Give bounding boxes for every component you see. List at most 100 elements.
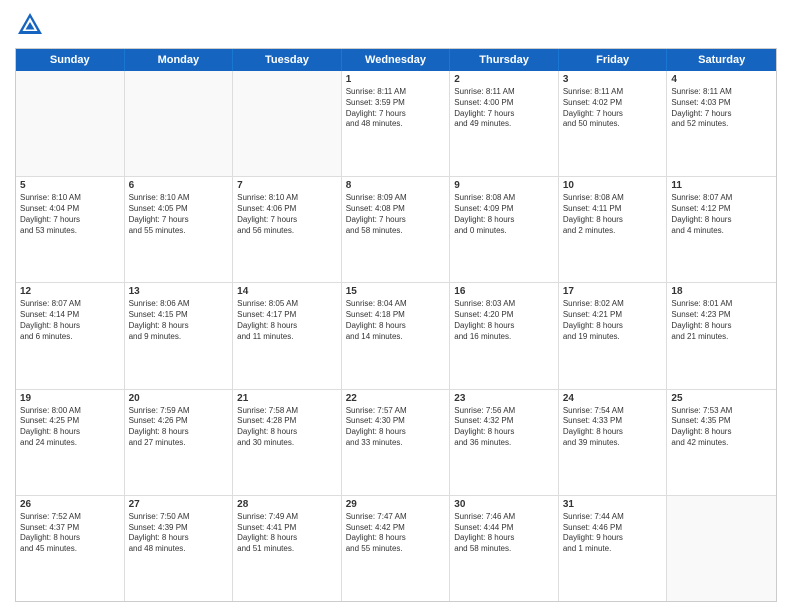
calendar-day-31: 31 Sunrise: 7:44 AM Sunset: 4:46 PM Dayli…	[559, 496, 668, 601]
weekday-header-monday: Monday	[125, 49, 234, 71]
calendar-day-empty	[667, 496, 776, 601]
day-info-text: Sunrise: 8:11 AM Sunset: 4:02 PM Dayligh…	[563, 87, 663, 130]
day-info-text: Sunrise: 8:11 AM Sunset: 4:00 PM Dayligh…	[454, 87, 554, 130]
day-number: 22	[346, 393, 446, 404]
calendar-day-24: 24 Sunrise: 7:54 AM Sunset: 4:33 PM Dayli…	[559, 390, 668, 495]
day-number: 18	[671, 286, 772, 297]
calendar-day-1: 1Sunrise: 8:11 AM Sunset: 3:59 PM Daylig…	[342, 71, 451, 176]
calendar-day-17: 17 Sunrise: 8:02 AM Sunset: 4:21 PM Dayli…	[559, 283, 668, 388]
calendar-day-empty	[16, 71, 125, 176]
day-info-text: Sunrise: 7:46 AM Sunset: 4:44 PM Dayligh…	[454, 512, 554, 555]
weekday-header-wednesday: Wednesday	[342, 49, 451, 71]
day-info-text: Sunrise: 8:03 AM Sunset: 4:20 PM Dayligh…	[454, 299, 554, 342]
day-number: 11	[671, 180, 772, 191]
day-info-text: Sunrise: 7:47 AM Sunset: 4:42 PM Dayligh…	[346, 512, 446, 555]
day-number: 5	[20, 180, 120, 191]
calendar-day-8: 8 Sunrise: 8:09 AM Sunset: 4:08 PM Daylig…	[342, 177, 451, 282]
day-info-text: Sunrise: 7:54 AM Sunset: 4:33 PM Dayligh…	[563, 406, 663, 449]
day-info-text: Sunrise: 7:59 AM Sunset: 4:26 PM Dayligh…	[129, 406, 229, 449]
day-info-text: Sunrise: 7:53 AM Sunset: 4:35 PM Dayligh…	[671, 406, 772, 449]
day-number: 28	[237, 499, 337, 510]
calendar: SundayMondayTuesdayWednesdayThursdayFrid…	[15, 48, 777, 602]
calendar-week-5: 26 Sunrise: 7:52 AM Sunset: 4:37 PM Dayli…	[16, 496, 776, 601]
day-number: 17	[563, 286, 663, 297]
calendar-day-20: 20Sunrise: 7:59 AM Sunset: 4:26 PM Dayli…	[125, 390, 234, 495]
calendar-day-22: 22 Sunrise: 7:57 AM Sunset: 4:30 PM Dayli…	[342, 390, 451, 495]
day-number: 25	[671, 393, 772, 404]
weekday-header-tuesday: Tuesday	[233, 49, 342, 71]
calendar-day-26: 26 Sunrise: 7:52 AM Sunset: 4:37 PM Dayli…	[16, 496, 125, 601]
calendar-day-empty	[125, 71, 234, 176]
day-number: 27	[129, 499, 229, 510]
day-info-text: Sunrise: 8:06 AM Sunset: 4:15 PM Dayligh…	[129, 299, 229, 342]
day-info-text: Sunrise: 8:02 AM Sunset: 4:21 PM Dayligh…	[563, 299, 663, 342]
day-info-text: Sunrise: 8:08 AM Sunset: 4:11 PM Dayligh…	[563, 193, 663, 236]
day-number: 12	[20, 286, 120, 297]
day-number: 7	[237, 180, 337, 191]
calendar-week-3: 12 Sunrise: 8:07 AM Sunset: 4:14 PM Dayli…	[16, 283, 776, 389]
day-number: 8	[346, 180, 446, 191]
day-info-text: Sunrise: 8:11 AM Sunset: 4:03 PM Dayligh…	[671, 87, 772, 130]
calendar-day-18: 18 Sunrise: 8:01 AM Sunset: 4:23 PM Dayli…	[667, 283, 776, 388]
day-info-text: Sunrise: 8:00 AM Sunset: 4:25 PM Dayligh…	[20, 406, 120, 449]
day-number: 13	[129, 286, 229, 297]
day-info-text: Sunrise: 8:07 AM Sunset: 4:14 PM Dayligh…	[20, 299, 120, 342]
calendar-day-12: 12 Sunrise: 8:07 AM Sunset: 4:14 PM Dayli…	[16, 283, 125, 388]
calendar-day-29: 29Sunrise: 7:47 AM Sunset: 4:42 PM Dayli…	[342, 496, 451, 601]
day-info-text: Sunrise: 8:10 AM Sunset: 4:04 PM Dayligh…	[20, 193, 120, 236]
day-info-text: Sunrise: 8:05 AM Sunset: 4:17 PM Dayligh…	[237, 299, 337, 342]
day-number: 19	[20, 393, 120, 404]
calendar-day-23: 23 Sunrise: 7:56 AM Sunset: 4:32 PM Dayli…	[450, 390, 559, 495]
weekday-header-sunday: Sunday	[16, 49, 125, 71]
calendar-day-13: 13 Sunrise: 8:06 AM Sunset: 4:15 PM Dayli…	[125, 283, 234, 388]
calendar-day-14: 14 Sunrise: 8:05 AM Sunset: 4:17 PM Dayli…	[233, 283, 342, 388]
header	[15, 10, 777, 40]
day-number: 2	[454, 74, 554, 85]
logo-icon	[15, 10, 45, 40]
day-info-text: Sunrise: 7:58 AM Sunset: 4:28 PM Dayligh…	[237, 406, 337, 449]
day-info-text: Sunrise: 7:52 AM Sunset: 4:37 PM Dayligh…	[20, 512, 120, 555]
day-info-text: Sunrise: 7:56 AM Sunset: 4:32 PM Dayligh…	[454, 406, 554, 449]
day-number: 31	[563, 499, 663, 510]
calendar-week-4: 19 Sunrise: 8:00 AM Sunset: 4:25 PM Dayli…	[16, 390, 776, 496]
calendar-day-21: 21Sunrise: 7:58 AM Sunset: 4:28 PM Dayli…	[233, 390, 342, 495]
calendar-day-9: 9Sunrise: 8:08 AM Sunset: 4:09 PM Daylig…	[450, 177, 559, 282]
calendar-day-25: 25 Sunrise: 7:53 AM Sunset: 4:35 PM Dayli…	[667, 390, 776, 495]
calendar-day-27: 27 Sunrise: 7:50 AM Sunset: 4:39 PM Dayli…	[125, 496, 234, 601]
calendar-day-2: 2 Sunrise: 8:11 AM Sunset: 4:00 PM Daylig…	[450, 71, 559, 176]
day-info-text: Sunrise: 8:10 AM Sunset: 4:05 PM Dayligh…	[129, 193, 229, 236]
weekday-header-saturday: Saturday	[667, 49, 776, 71]
day-info-text: Sunrise: 8:11 AM Sunset: 3:59 PM Dayligh…	[346, 87, 446, 130]
day-info-text: Sunrise: 7:50 AM Sunset: 4:39 PM Dayligh…	[129, 512, 229, 555]
day-number: 3	[563, 74, 663, 85]
day-number: 4	[671, 74, 772, 85]
day-number: 9	[454, 180, 554, 191]
calendar-week-2: 5 Sunrise: 8:10 AM Sunset: 4:04 PM Daylig…	[16, 177, 776, 283]
calendar-body: 1Sunrise: 8:11 AM Sunset: 3:59 PM Daylig…	[16, 71, 776, 601]
calendar-day-19: 19 Sunrise: 8:00 AM Sunset: 4:25 PM Dayli…	[16, 390, 125, 495]
day-number: 10	[563, 180, 663, 191]
calendar-header-row: SundayMondayTuesdayWednesdayThursdayFrid…	[16, 49, 776, 71]
day-number: 23	[454, 393, 554, 404]
day-number: 26	[20, 499, 120, 510]
calendar-day-6: 6 Sunrise: 8:10 AM Sunset: 4:05 PM Daylig…	[125, 177, 234, 282]
calendar-day-5: 5 Sunrise: 8:10 AM Sunset: 4:04 PM Daylig…	[16, 177, 125, 282]
calendar-day-11: 11 Sunrise: 8:07 AM Sunset: 4:12 PM Dayli…	[667, 177, 776, 282]
day-number: 24	[563, 393, 663, 404]
day-info-text: Sunrise: 7:57 AM Sunset: 4:30 PM Dayligh…	[346, 406, 446, 449]
calendar-day-28: 28Sunrise: 7:49 AM Sunset: 4:41 PM Dayli…	[233, 496, 342, 601]
weekday-header-thursday: Thursday	[450, 49, 559, 71]
day-info-text: Sunrise: 8:04 AM Sunset: 4:18 PM Dayligh…	[346, 299, 446, 342]
day-info-text: Sunrise: 8:01 AM Sunset: 4:23 PM Dayligh…	[671, 299, 772, 342]
day-number: 6	[129, 180, 229, 191]
day-number: 14	[237, 286, 337, 297]
day-number: 30	[454, 499, 554, 510]
calendar-day-4: 4 Sunrise: 8:11 AM Sunset: 4:03 PM Daylig…	[667, 71, 776, 176]
calendar-day-3: 3 Sunrise: 8:11 AM Sunset: 4:02 PM Daylig…	[559, 71, 668, 176]
day-info-text: Sunrise: 8:09 AM Sunset: 4:08 PM Dayligh…	[346, 193, 446, 236]
weekday-header-friday: Friday	[559, 49, 668, 71]
day-number: 16	[454, 286, 554, 297]
calendar-day-30: 30 Sunrise: 7:46 AM Sunset: 4:44 PM Dayli…	[450, 496, 559, 601]
day-info-text: Sunrise: 7:44 AM Sunset: 4:46 PM Dayligh…	[563, 512, 663, 555]
day-info-text: Sunrise: 8:07 AM Sunset: 4:12 PM Dayligh…	[671, 193, 772, 236]
